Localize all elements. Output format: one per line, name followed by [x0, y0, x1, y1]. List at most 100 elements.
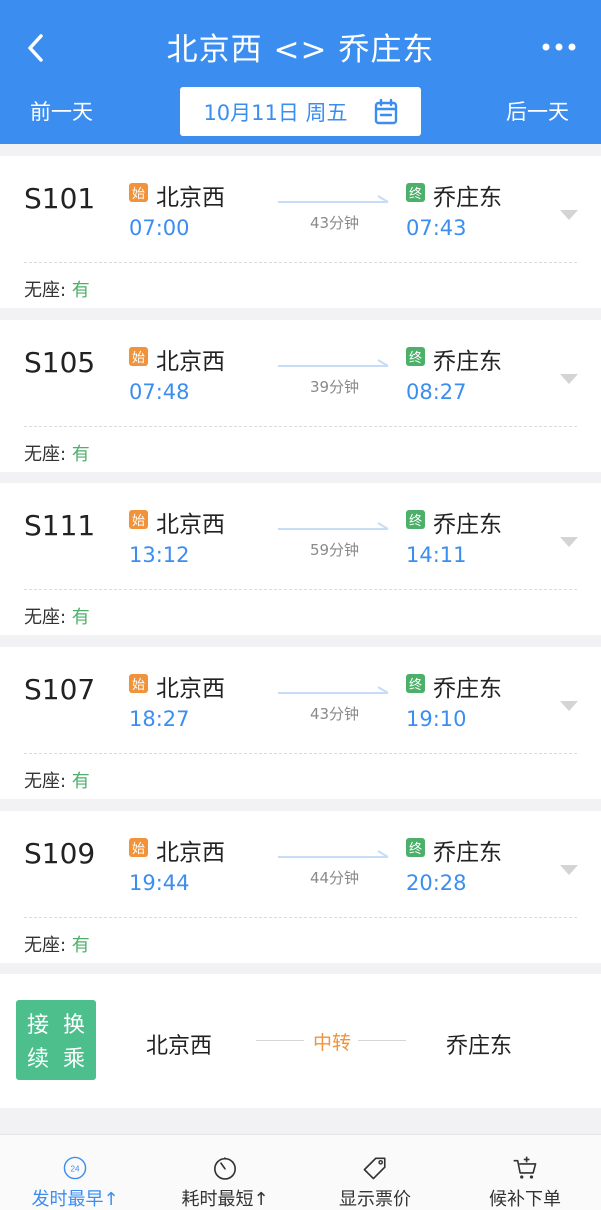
tab-waitlist-order[interactable]: 候补下单 [450, 1135, 600, 1210]
transfer-tag-char: 乘 [62, 1047, 85, 1072]
train-number: S101 [24, 182, 96, 215]
arrival-time: 07:43 [406, 216, 467, 240]
departure-time: 07:00 [129, 216, 190, 240]
next-day-button[interactable]: 后一天 [506, 96, 569, 126]
more-dots-icon [542, 43, 576, 51]
route-arrow-icon [278, 686, 389, 694]
travel-duration: 39分钟 [309, 378, 360, 396]
timer-icon [214, 1157, 236, 1180]
travel-duration: 59分钟 [309, 541, 360, 559]
tab-label: 耗时最短↑ [181, 1189, 269, 1210]
tab-sort-earliest[interactable]: 24 发时最早↑ [0, 1135, 150, 1210]
transfer-middle-label: 中转 [312, 1032, 351, 1054]
date-picker[interactable]: 10月11日 周五 [180, 87, 421, 136]
divider [24, 262, 577, 263]
tab-label: 显示票价 [339, 1189, 411, 1210]
transfer-card[interactable]: 接 换 续 乘 北京西 中转 乔庄东 [0, 974, 601, 1108]
to-station: 乔庄东 [433, 676, 502, 702]
from-station: 北京西 [156, 676, 225, 702]
seat-type-label: 无座: [24, 935, 72, 956]
chevron-down-icon[interactable] [559, 535, 579, 549]
arrival-time: 14:11 [406, 543, 467, 567]
train-card[interactable]: S105 始北京西 07:48 39分钟 终乔庄东 08:27 无座: 有 [0, 320, 601, 472]
seat-type-label: 无座: [24, 771, 72, 792]
tab-sort-shortest[interactable]: 耗时最短↑ [150, 1135, 300, 1210]
end-station-badge: 终 [406, 674, 425, 693]
arrival-time: 19:10 [406, 707, 467, 731]
train-card[interactable]: S101 始北京西 07:00 43分钟 终乔庄东 07:43 无座: 有 [0, 156, 601, 308]
calendar-icon [374, 98, 397, 124]
seat-availability: 有 [71, 935, 90, 956]
train-card[interactable]: S107 始北京西 18:27 43分钟 终乔庄东 19:10 无座: 有 [0, 647, 601, 799]
seat-info: 无座: 有 [24, 440, 90, 466]
start-station-badge: 始 [129, 674, 148, 693]
transfer-tag: 接 换 续 乘 [16, 1000, 96, 1080]
transfer-tag-char: 接 [26, 1013, 49, 1038]
chevron-down-icon[interactable] [559, 372, 579, 386]
transfer-line [358, 1040, 406, 1041]
from-station: 北京西 [156, 185, 225, 211]
seat-info: 无座: 有 [24, 931, 90, 957]
to-station: 乔庄东 [433, 840, 502, 866]
route-arrow-icon [278, 522, 389, 530]
end-station-badge: 终 [406, 347, 425, 366]
train-number: S111 [24, 509, 96, 542]
end-station-badge: 终 [406, 510, 425, 529]
to-station: 乔庄东 [433, 512, 502, 538]
tab-label: 发时最早↑ [31, 1189, 119, 1210]
from-station: 北京西 [156, 349, 225, 375]
seat-type-label: 无座: [24, 280, 72, 301]
seat-info: 无座: 有 [24, 767, 90, 793]
from-station: 北京西 [156, 512, 225, 538]
bottom-tab-bar: 24 发时最早↑ 耗时最短↑ 显示票价 候补下单 [0, 1134, 601, 1210]
train-card[interactable]: S111 始北京西 13:12 59分钟 终乔庄东 14:11 无座: 有 [0, 483, 601, 635]
start-station-badge: 始 [129, 347, 148, 366]
transfer-tag-char: 换 [62, 1013, 85, 1038]
divider [24, 589, 577, 590]
from-station: 北京西 [156, 840, 225, 866]
transfer-line [256, 1040, 304, 1041]
chevron-down-icon[interactable] [559, 863, 579, 877]
transfer-to-station: 乔庄东 [446, 1034, 513, 1059]
route-arrow-icon [278, 850, 389, 858]
date-label: 10月11日 周五 [203, 100, 348, 125]
arrival-time: 20:28 [406, 871, 467, 895]
prev-day-button[interactable]: 前一天 [30, 96, 93, 126]
route-arrow-icon [278, 195, 389, 203]
divider [24, 753, 577, 754]
departure-time: 18:27 [129, 707, 190, 731]
departure-time: 07:48 [129, 380, 190, 404]
train-number: S107 [24, 673, 96, 706]
transfer-tag-char: 续 [26, 1047, 49, 1072]
cart-add-icon [513, 1156, 537, 1179]
start-station-badge: 始 [129, 183, 148, 202]
tab-show-price[interactable]: 显示票价 [300, 1135, 450, 1210]
back-button[interactable] [18, 28, 52, 68]
seat-availability: 有 [71, 771, 90, 792]
chevron-down-icon[interactable] [559, 208, 579, 222]
route-arrow-icon [278, 359, 389, 367]
more-button[interactable] [539, 30, 579, 64]
svg-text:24: 24 [70, 1164, 80, 1173]
price-tag-icon [363, 1157, 386, 1180]
divider [24, 426, 577, 427]
clock-24-icon: 24 [63, 1156, 87, 1180]
travel-duration: 43分钟 [309, 214, 360, 232]
train-number: S105 [24, 346, 96, 379]
departure-time: 13:12 [129, 543, 190, 567]
to-station: 乔庄东 [433, 185, 502, 211]
travel-duration: 43分钟 [309, 705, 360, 723]
end-station-badge: 终 [406, 183, 425, 202]
train-card[interactable]: S109 始北京西 19:44 44分钟 终乔庄东 20:28 无座: 有 [0, 811, 601, 963]
start-station-badge: 始 [129, 510, 148, 529]
seat-type-label: 无座: [24, 444, 72, 465]
seat-availability: 有 [71, 607, 90, 628]
train-number: S109 [24, 837, 96, 870]
divider [24, 917, 577, 918]
chevron-down-icon[interactable] [559, 699, 579, 713]
departure-time: 19:44 [129, 871, 190, 895]
page-title: 北京西 <> 乔庄东 [166, 32, 435, 68]
transfer-from-station: 北京西 [146, 1034, 213, 1059]
seat-info: 无座: 有 [24, 603, 90, 629]
back-arrow-icon [28, 34, 43, 62]
